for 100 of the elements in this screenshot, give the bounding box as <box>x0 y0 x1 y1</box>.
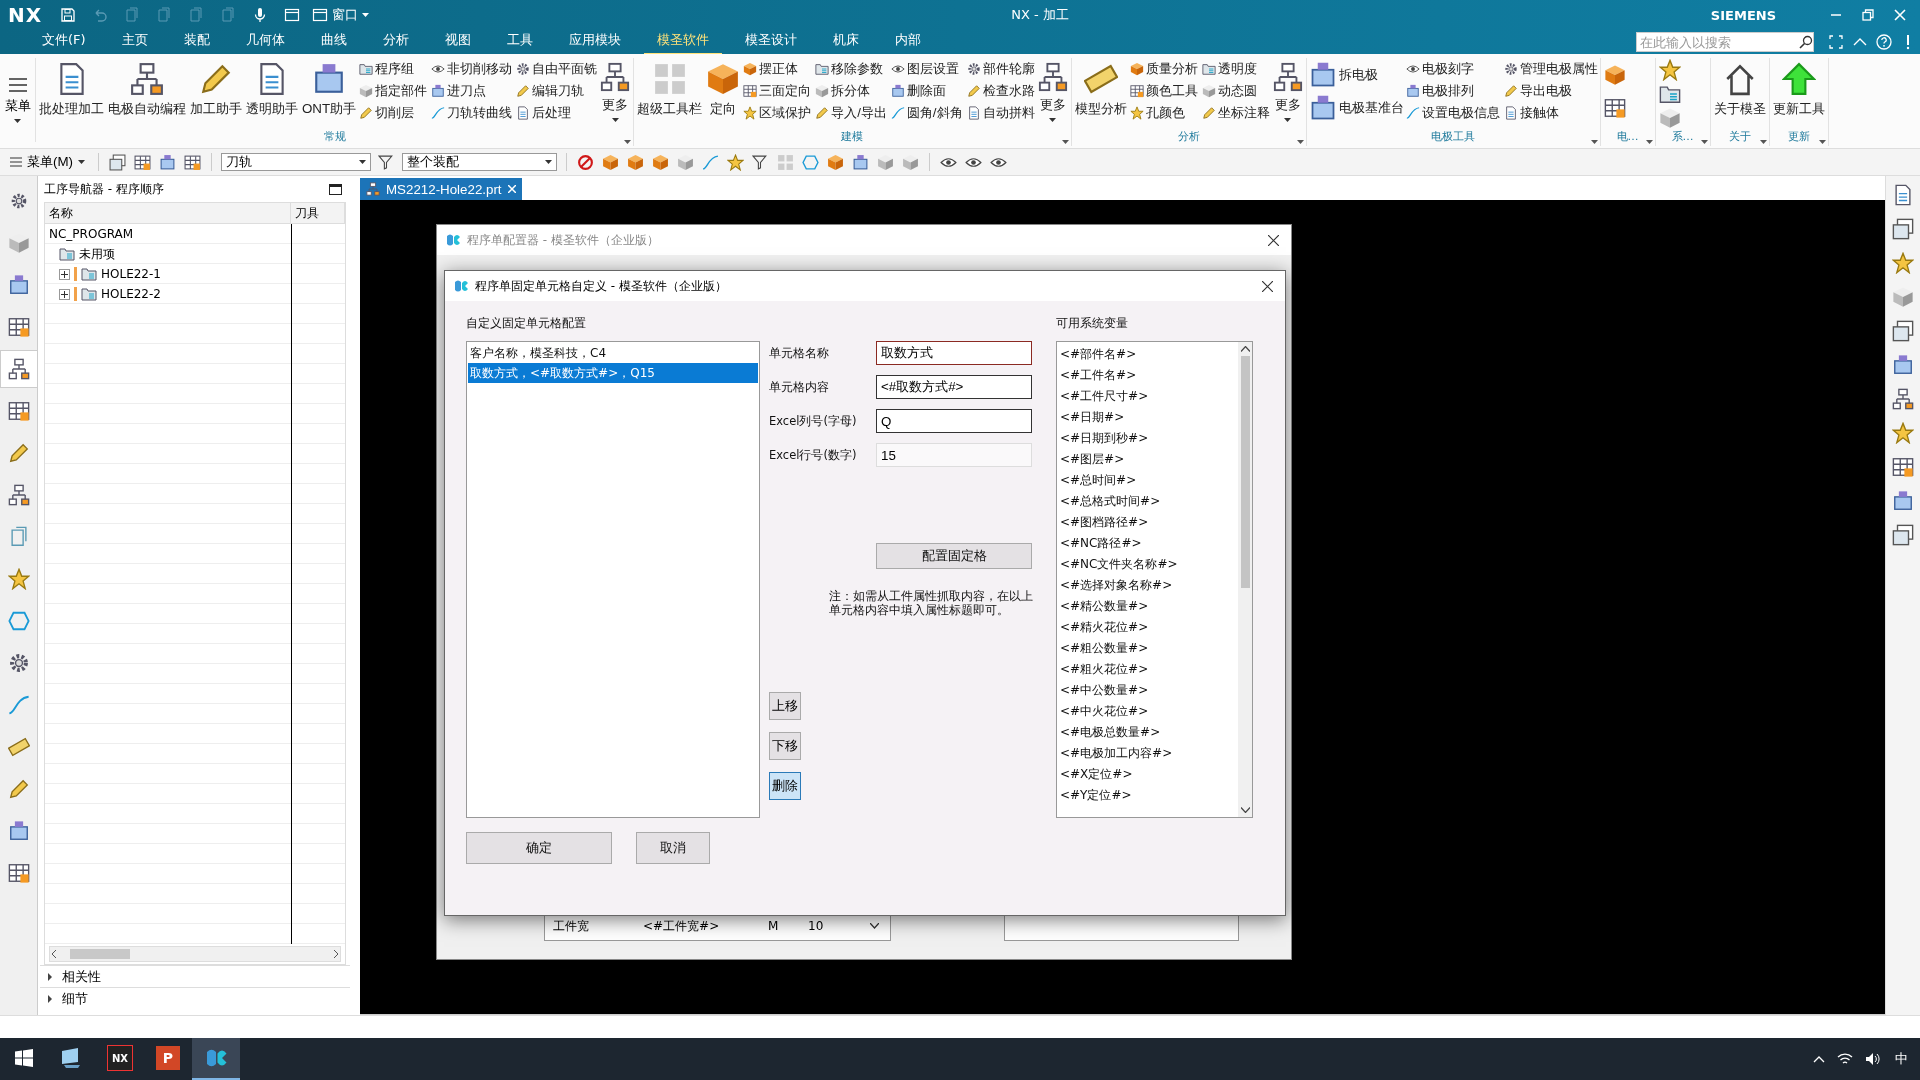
menu-tab[interactable]: 曲线 <box>307 29 360 55</box>
ribbon-button[interactable]: 删除面 <box>890 80 963 102</box>
tree-item[interactable]: NC_PROGRAM <box>49 227 134 241</box>
ribbon-button[interactable]: 坐标注释 <box>1201 102 1270 124</box>
list-item[interactable]: <#精火花位#> <box>1060 617 1238 638</box>
ribbon-button[interactable]: 自动拼料 <box>966 102 1035 124</box>
list-item[interactable]: <#中公数量#> <box>1060 680 1238 701</box>
tree-item[interactable]: HOLE22-2 <box>101 287 161 301</box>
list-item[interactable]: <#工件尺寸#> <box>1060 386 1238 407</box>
cell-list[interactable]: 客户名称，模圣科技，C4 取数方式，<#取数方式#>，Q15 <box>466 341 760 818</box>
menu-tab[interactable]: 文件(F) <box>29 29 99 55</box>
ribbon-button[interactable]: 圆角/斜角 <box>890 102 963 124</box>
ribbon-button[interactable]: 模型分析 <box>1073 58 1128 122</box>
taskbar-app[interactable]: NX <box>96 1038 144 1080</box>
list-item[interactable]: <#精公数量#> <box>1060 596 1238 617</box>
variable-list[interactable]: <#部件名#> <#工件名#> <#工件尺寸#> <#日期#> <#日期到秒#> <#图层#> <#总时间#> <#总格式时间#> <#图档路径#> <#NC路径#> <#NC文件夹名称#> <#选择对象名称#> <#精公数量#> <#精火花位#> <#粗公数量#> <#粗火花位#> <#中公数量#> <#中火花位#> <#电极总数量#> <#电极加工内容#> <#X定位#> <#Y定位#> <box>1056 341 1253 818</box>
list-item[interactable]: <#电极加工内容#> <box>1060 743 1238 764</box>
ribbon-button[interactable]: 三面定向 <box>743 80 812 102</box>
search-field[interactable]: 在此输入以搜索 <box>1636 32 1814 52</box>
ribbon-button[interactable]: 定向 <box>705 58 742 122</box>
menu-tab[interactable]: 分析 <box>369 29 422 55</box>
cancel-button[interactable]: 取消 <box>636 832 710 864</box>
move-button[interactable]: 删除 <box>769 772 801 800</box>
section-header[interactable]: 细节 <box>40 987 350 1009</box>
ribbon-button[interactable]: 孔颜色 <box>1129 102 1198 124</box>
ribbon-button[interactable]: 颜色工具 <box>1129 80 1198 102</box>
ribbon-button[interactable]: 自由平面铣 <box>516 58 598 80</box>
list-item[interactable]: <#NC文件夹名称#> <box>1060 554 1238 575</box>
taskbar-app[interactable]: P <box>144 1038 192 1080</box>
list-item[interactable]: <#总格式时间#> <box>1060 491 1238 512</box>
ribbon-button[interactable]: 导入/导出 <box>815 102 887 124</box>
ribbon-button[interactable]: 非切削移动 <box>431 58 513 80</box>
list-item[interactable]: <#电极总数量#> <box>1060 722 1238 743</box>
ribbon-button[interactable]: 批处理加工 <box>38 58 105 122</box>
ribbon-button[interactable]: 超级工具栏 <box>636 58 704 122</box>
ribbon-button[interactable]: 电极自动编程 <box>107 58 187 122</box>
ribbon-button[interactable]: 设置电极信息 <box>1405 102 1500 124</box>
ok-button[interactable]: 确定 <box>466 832 612 864</box>
ribbon-button[interactable]: 管理电极属性 <box>1503 58 1598 80</box>
ribbon-button[interactable]: 图层设置 <box>890 58 963 80</box>
input-field[interactable]: <#取数方式#> <box>876 375 1032 399</box>
ribbon-button[interactable]: 加工助手 <box>189 58 243 122</box>
ribbon-button[interactable]: 拆电极 <box>1308 64 1404 85</box>
window-menu[interactable]: 窗口 <box>312 6 370 24</box>
list-item[interactable]: 客户名称，模圣科技，C4 <box>468 343 758 363</box>
more-button[interactable]: 更多 <box>1271 58 1304 126</box>
list-item[interactable]: 取数方式，<#取数方式#>，Q15 <box>468 363 758 383</box>
move-button[interactable]: 下移 <box>769 732 801 760</box>
move-button[interactable]: 上移 <box>769 692 801 720</box>
menu-tab[interactable]: 内部 <box>881 29 934 55</box>
list-item[interactable]: <#日期#> <box>1060 407 1238 428</box>
list-item[interactable]: <#图层#> <box>1060 449 1238 470</box>
list-item[interactable]: <#选择对象名称#> <box>1060 575 1238 596</box>
ribbon-button[interactable]: 进刀点 <box>431 80 513 102</box>
list-item[interactable]: <#工件名#> <box>1060 365 1238 386</box>
tree-item[interactable]: 未用项 <box>79 245 115 263</box>
ribbon-button[interactable]: 编辑刀轨 <box>516 80 598 102</box>
ribbon-button[interactable]: 后处理 <box>516 102 598 124</box>
menu-button[interactable]: 菜单 <box>0 58 36 142</box>
ribbon-button[interactable]: 移除参数 <box>815 58 887 80</box>
document-tab[interactable]: MS2212-Hole22.prt <box>360 178 522 200</box>
input-field[interactable]: 取数方式 <box>876 341 1032 365</box>
ribbon-button[interactable]: 部件轮廓 <box>966 58 1035 80</box>
menu-tab[interactable]: 几何体 <box>232 29 298 55</box>
list-item[interactable]: <#X定位#> <box>1060 764 1238 785</box>
configure-button[interactable]: 配置固定格 <box>876 543 1032 569</box>
ribbon-button[interactable]: 动态圆 <box>1201 80 1270 102</box>
ribbon-button[interactable]: 电极排列 <box>1405 80 1500 102</box>
more-button[interactable]: 更多 <box>1036 58 1069 126</box>
menu-tab[interactable]: 模圣设计 <box>731 29 810 55</box>
ribbon-button[interactable]: 指定部件 <box>359 80 428 102</box>
ribbon-button[interactable]: 透明助手 <box>245 58 299 122</box>
list-item[interactable]: <#总时间#> <box>1060 470 1238 491</box>
tree-item[interactable]: HOLE22-1 <box>101 267 161 281</box>
ribbon-button[interactable]: 质量分析 <box>1129 58 1198 80</box>
ribbon-button[interactable]: 切削层 <box>359 102 428 124</box>
selection-filter-dropdown[interactable]: 刀轨 <box>221 153 371 171</box>
ribbon-button[interactable]: 区域保护 <box>743 102 812 124</box>
list-item[interactable]: <#粗公数量#> <box>1060 638 1238 659</box>
input-field[interactable]: Q <box>876 409 1032 433</box>
menu-tab[interactable]: 主页 <box>108 29 161 55</box>
ribbon-button[interactable]: 关于模圣 <box>1712 58 1767 122</box>
ribbon-button[interactable]: ONT助手 <box>301 58 358 122</box>
menu-tab[interactable]: 视图 <box>431 29 484 55</box>
menu-tab[interactable]: 应用模块 <box>555 29 634 55</box>
ribbon-button[interactable]: 刀轨转曲线 <box>431 102 513 124</box>
ribbon-button[interactable]: 导出电极 <box>1503 80 1598 102</box>
ribbon-button[interactable]: 透明度 <box>1201 58 1270 80</box>
more-button[interactable]: 更多 <box>599 58 632 126</box>
ribbon-button[interactable]: 摆正体 <box>743 58 812 80</box>
list-item[interactable]: <#Y定位#> <box>1060 785 1238 806</box>
input-method-indicator[interactable]: 中 <box>1895 1050 1908 1068</box>
menu-tab[interactable]: 机床 <box>819 29 872 55</box>
menu-tab[interactable]: 工具 <box>493 29 546 55</box>
list-item[interactable]: <#图档路径#> <box>1060 512 1238 533</box>
list-item[interactable]: <#日期到秒#> <box>1060 428 1238 449</box>
ribbon-button[interactable]: 电极基准台 <box>1308 97 1404 118</box>
ribbon-button[interactable]: 电极刻字 <box>1405 58 1500 80</box>
menu-button[interactable]: 菜单(M) <box>6 153 89 171</box>
ribbon-button[interactable]: 程序组 <box>359 58 428 80</box>
